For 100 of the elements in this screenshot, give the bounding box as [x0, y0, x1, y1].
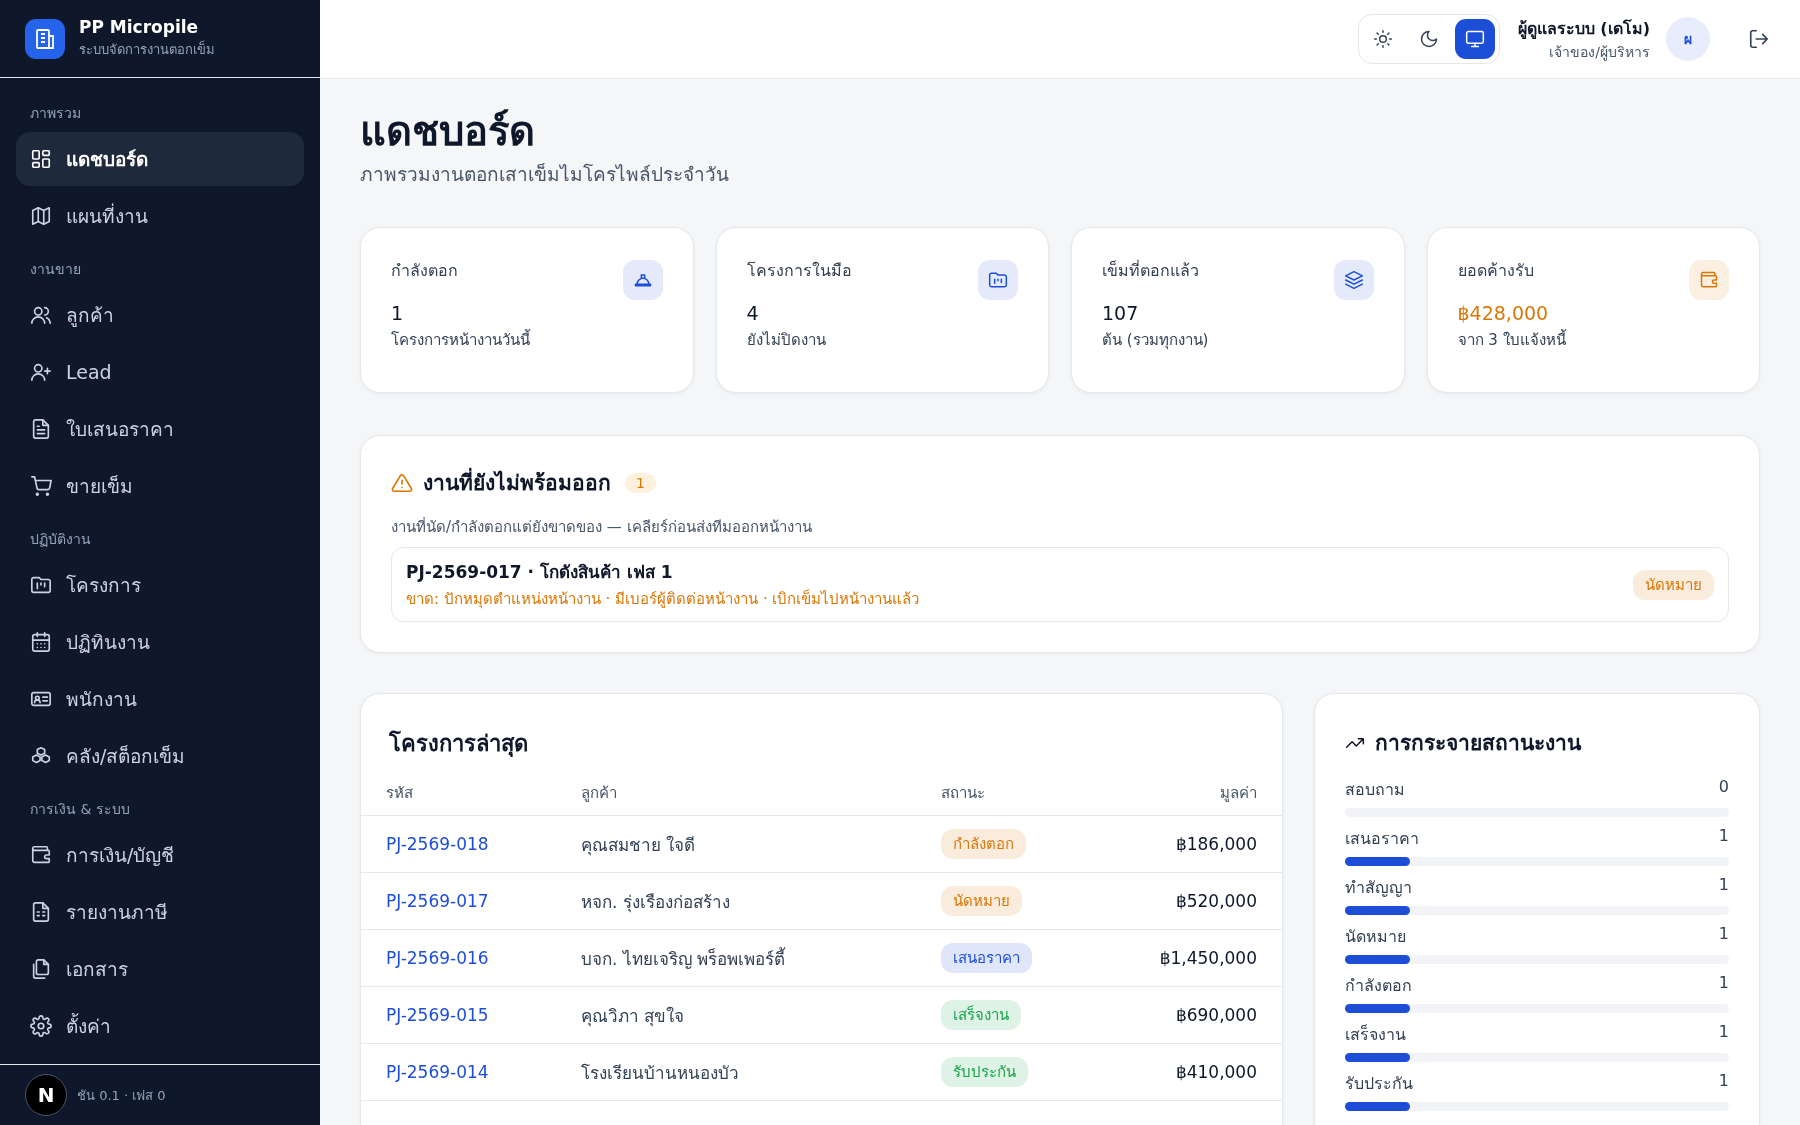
status-count: 1: [1718, 924, 1729, 945]
report-icon: [30, 901, 52, 923]
status-label: กำลังตอก: [1345, 975, 1412, 997]
user-avatar[interactable]: ผ: [1666, 17, 1710, 61]
sun-icon: [1372, 29, 1393, 49]
wallet-icon: [30, 844, 52, 866]
nav-item[interactable]: ลูกค้า: [16, 288, 304, 342]
column-header: มูลค่า: [1094, 781, 1282, 816]
stat-label: โครงการในมือ: [746, 260, 852, 282]
version-text: ชัน 0.1 · เฟส 0: [77, 1086, 166, 1105]
table-cell: ฿690,000: [1094, 986, 1282, 1044]
users-icon: [30, 304, 52, 326]
user-name: ผู้ดูแลระบบ (เดโม): [1517, 17, 1650, 41]
status-label: นัดหมาย: [1345, 926, 1406, 948]
status-count: 0: [1718, 777, 1729, 798]
project-link[interactable]: PJ-2569-015: [386, 1005, 489, 1025]
status-count: 1: [1718, 1071, 1729, 1092]
alert-item-title: PJ-2569-017 · โกดังสินค้า เฟส 1: [406, 561, 674, 584]
column-header: ลูกค้า: [556, 781, 916, 816]
alert-item[interactable]: PJ-2569-017 · โกดังสินค้า เฟส 1 ขาด: ปักหมุดตำแหน่งหน้างาน · มีเบอร์ผู้ติดต่อหน้างาน · เบิกเข็มไปหน้างานแล้ว นัดหมาย: [391, 547, 1729, 622]
stat-label: ยอดค้างรับ: [1457, 260, 1534, 282]
status-label: เสนอราคา: [1345, 828, 1419, 850]
table-cell: ฿520,000: [1094, 872, 1282, 930]
project-link[interactable]: PJ-2569-014: [386, 1062, 489, 1082]
stat-value: ฿428,000: [1457, 302, 1550, 324]
status-badge: เสนอราคา: [941, 943, 1032, 973]
nav-item[interactable]: ปฏิทินงาน: [16, 615, 304, 669]
page-subtitle: ภาพรวมงานตอกเสาเข็มไมโครไพล์ประจำวัน: [360, 162, 730, 187]
table-cell: คุณสมชาย ใจดี: [556, 815, 916, 873]
moon-icon: [1418, 29, 1439, 49]
project-link[interactable]: PJ-2569-017: [386, 891, 489, 911]
column-header: สถานะ: [916, 781, 1095, 816]
table-cell: โรงเรียนบ้านหนองบัว: [556, 1043, 916, 1101]
nav-item[interactable]: คลัง/สต็อกเข็ม: [16, 729, 304, 783]
stat-note: ต้น (รวมทุกงาน): [1102, 330, 1210, 352]
nav-item[interactable]: ใบเสนอราคา: [16, 402, 304, 456]
theme-button[interactable]: [1454, 19, 1495, 59]
user-plus-icon: [30, 361, 52, 383]
stat-note: โครงการหน้างานวันนี้: [391, 328, 532, 351]
stat-value: 1: [391, 302, 405, 324]
map-icon: [30, 205, 52, 227]
status-badge: นัดหมาย: [1633, 569, 1714, 600]
nav-item[interactable]: แดชบอร์ด: [16, 132, 304, 186]
status-count: 1: [1718, 973, 1729, 994]
status-label: เสร็จงาน: [1345, 1023, 1406, 1046]
nav-item[interactable]: การเงิน/บัญชี: [16, 828, 304, 882]
section-label: ปฏิบัติงาน: [29, 530, 92, 549]
column-header: รหัส: [361, 781, 556, 816]
nav-item[interactable]: ตั้งค่า: [16, 999, 304, 1053]
card-title: การกระจายสถานะงาน: [1375, 730, 1581, 757]
card-title: โครงการล่าสุด: [388, 729, 529, 759]
user-role: เจ้าของ/ผู้บริหาร: [1548, 42, 1650, 63]
status-label: รับประกัน: [1345, 1073, 1413, 1095]
warning-icon: [391, 471, 413, 494]
nav-item[interactable]: แผนที่งาน: [16, 189, 304, 243]
alert-description: งานที่นัด/กำลังตอกแต่ยังขาดของ — เคลียร์ก่อนส่งทีมออกหน้างาน: [391, 516, 813, 538]
settings-icon: [30, 1015, 52, 1037]
table-cell: ฿1,450,000: [1094, 929, 1282, 987]
dev-tools-button[interactable]: N: [25, 1074, 67, 1116]
stat-label: เข็มที่ตอกแล้ว: [1102, 259, 1199, 282]
calendar-icon: [30, 631, 52, 653]
status-label: ทำสัญญา: [1345, 877, 1412, 899]
status-count: 1: [1718, 1022, 1729, 1043]
project-link[interactable]: PJ-2569-016: [386, 948, 489, 968]
status-count: 1: [1718, 875, 1729, 896]
nav-item[interactable]: รายงานภาษี: [16, 885, 304, 939]
table-cell: คุณวิภา สุขใจ: [556, 986, 916, 1044]
status-badge: เสร็จงาน: [941, 1000, 1021, 1030]
nav-item[interactable]: Lead: [16, 345, 304, 399]
nav-item[interactable]: พนักงาน: [16, 672, 304, 726]
dashboard-icon: [30, 148, 52, 170]
stat-value: 107: [1102, 302, 1140, 324]
table-cell: บจก. ไทยเจริญ พร็อพเพอร์ตี้: [556, 929, 916, 987]
project-link[interactable]: PJ-2569-018: [386, 834, 489, 854]
nav-item[interactable]: เอกสาร: [16, 942, 304, 996]
table-cell: ฿186,000: [1094, 815, 1282, 873]
alert-title: งานที่ยังไม่พร้อมออก: [423, 466, 611, 499]
status-badge: รับประกัน: [941, 1057, 1028, 1087]
section-label: งานขาย: [29, 260, 82, 279]
app-subtitle: ระบบจัดการงานตอกเข็ม: [79, 39, 215, 59]
page-title: แดชบอร์ด: [360, 107, 536, 156]
nav-item[interactable]: โครงการ: [16, 558, 304, 612]
document-icon: [30, 418, 52, 440]
cart-icon: [30, 475, 52, 497]
app-title: PP Micropile: [79, 17, 200, 37]
stat-note: ยังไม่ปิดงาน: [746, 330, 827, 351]
logout-icon[interactable]: [1748, 28, 1770, 50]
stat-note: จาก 3 ใบแจ้งหนี้: [1457, 328, 1568, 351]
nav-item[interactable]: ขายเข็ม: [16, 459, 304, 513]
count-badge: 1: [625, 472, 656, 493]
logo-icon: [25, 18, 65, 59]
status-count: 1: [1718, 826, 1729, 847]
monitor-icon: [1464, 29, 1485, 49]
folder-icon: [30, 574, 52, 596]
status-label: สอบถาม: [1345, 779, 1405, 801]
stat-value: 4: [746, 302, 760, 324]
status-badge: กำลังตอก: [941, 829, 1026, 859]
files-icon: [30, 958, 52, 980]
status-badge: นัดหมาย: [941, 886, 1022, 916]
stat-label: กำลังตอก: [391, 260, 458, 282]
